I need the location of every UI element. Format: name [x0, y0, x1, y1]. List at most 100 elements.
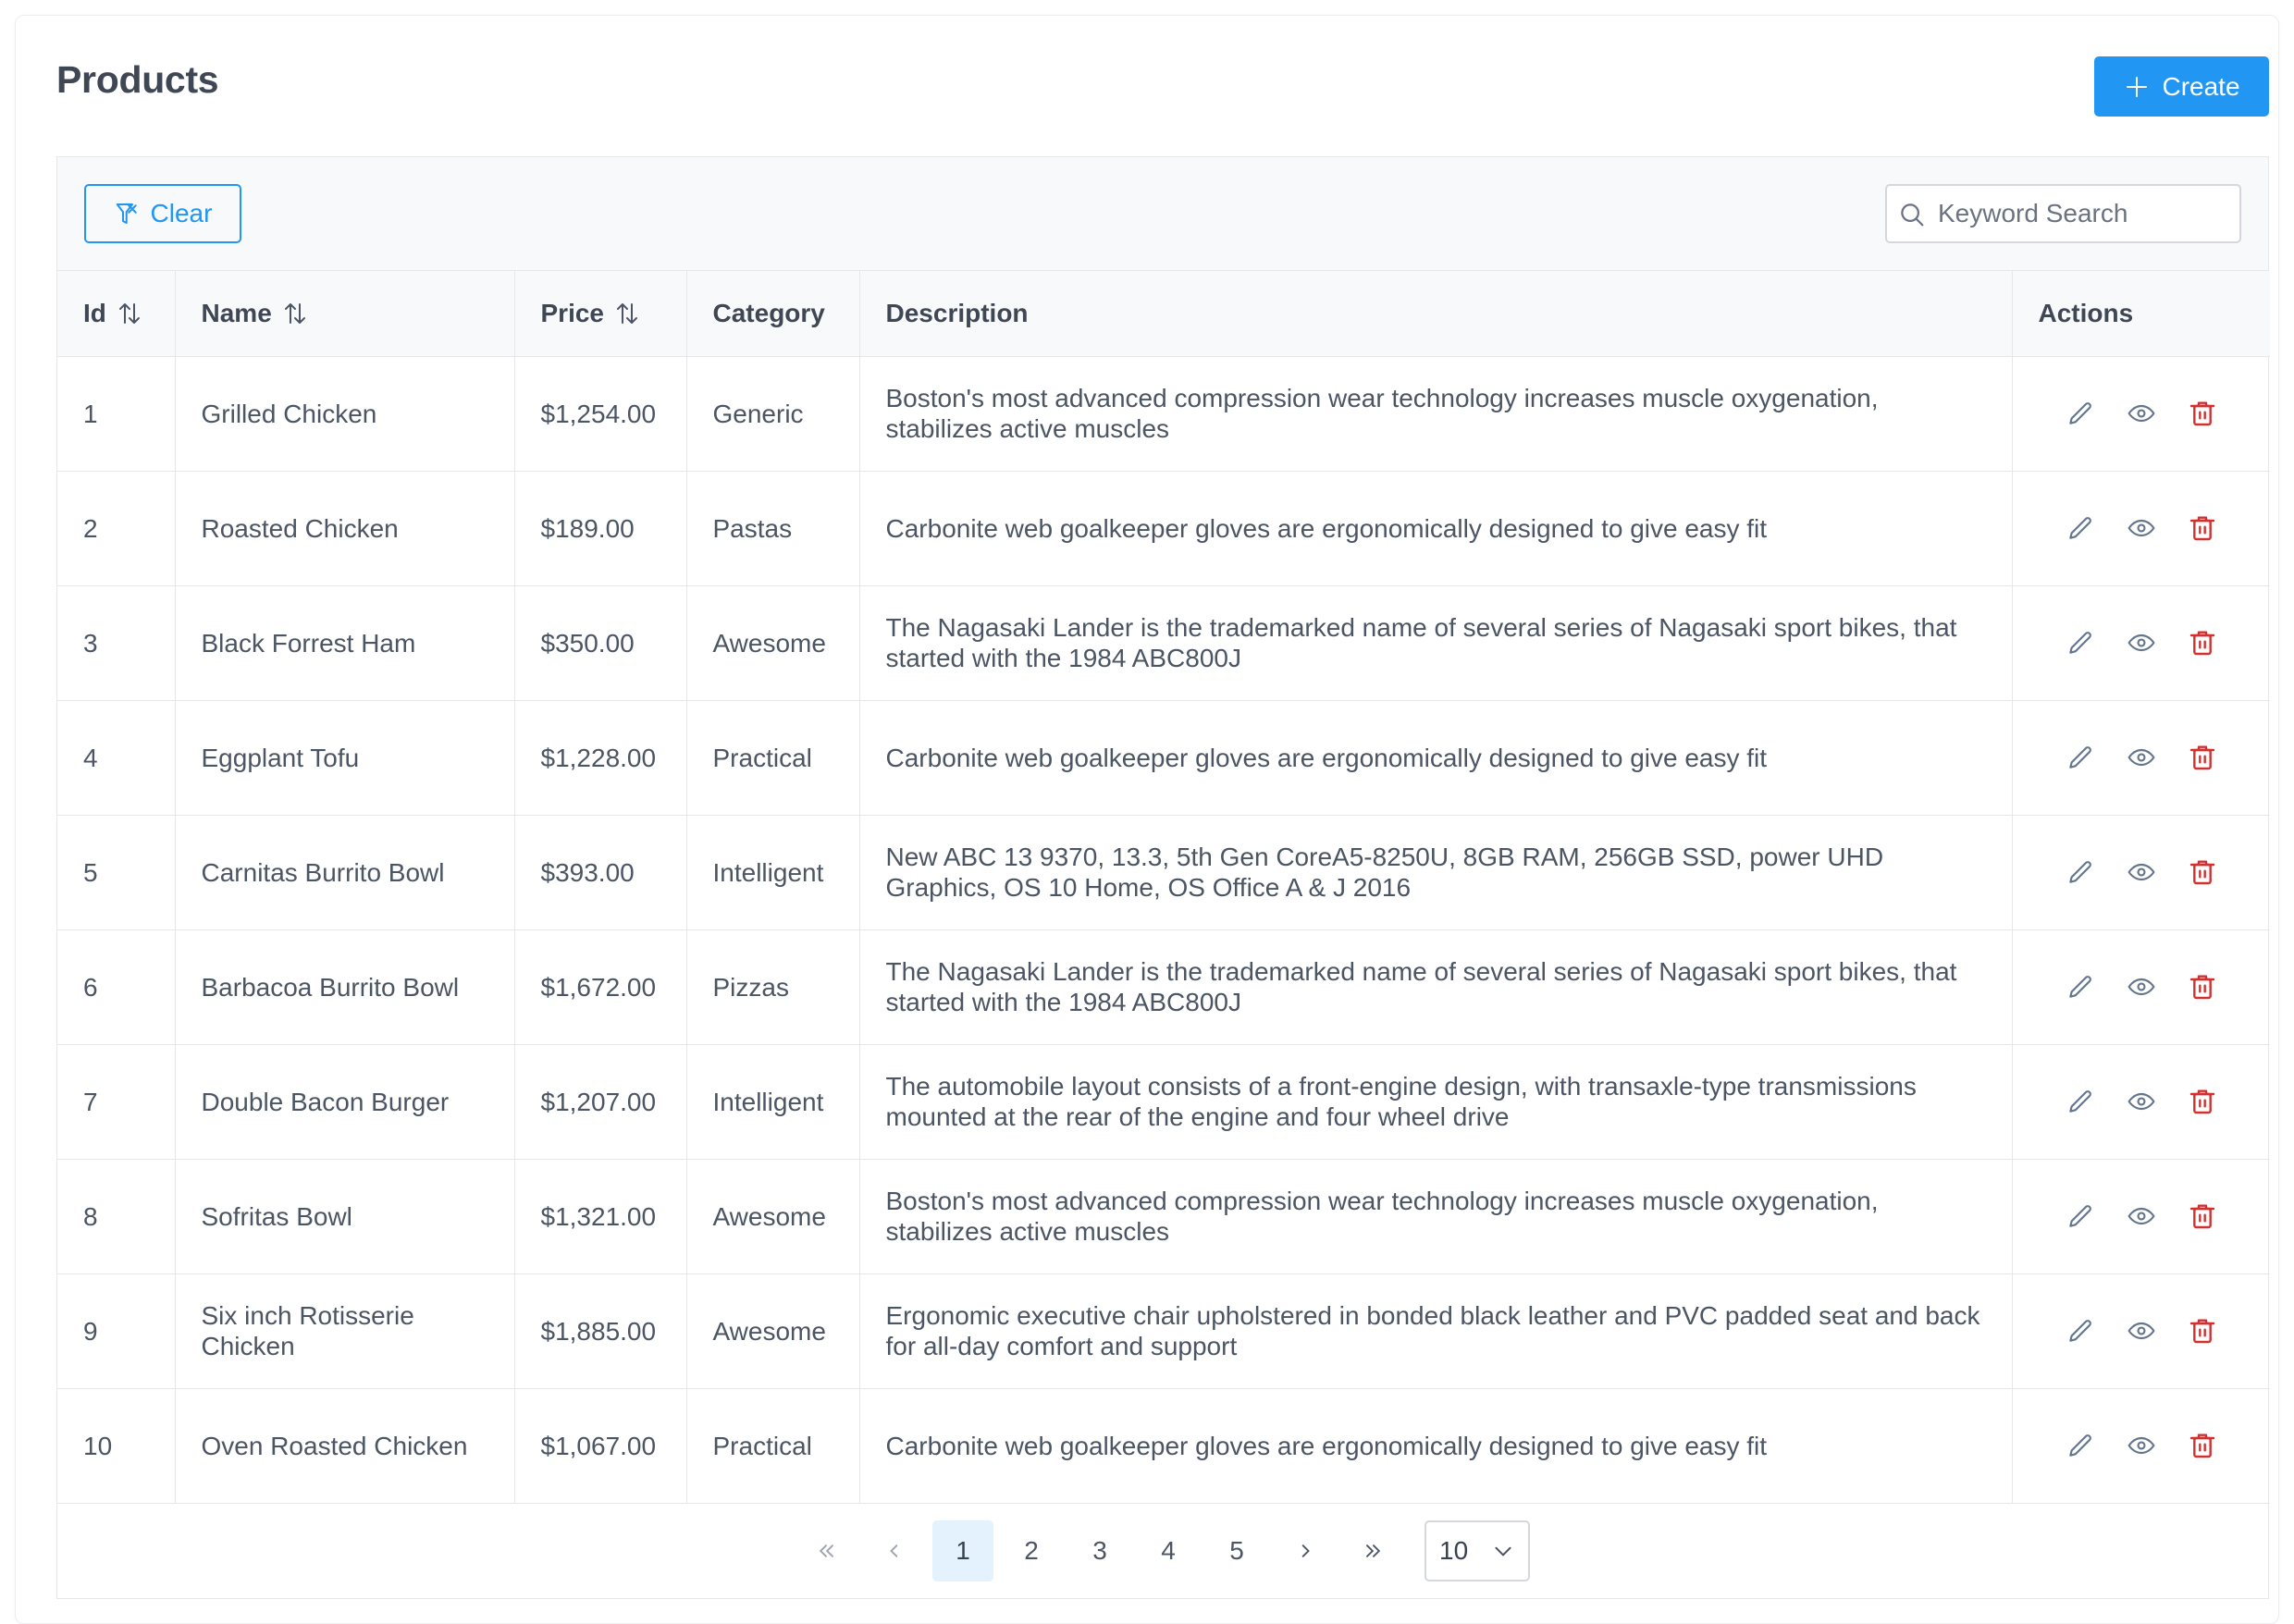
column-header-text: Id: [83, 298, 106, 328]
eye-icon: [2127, 857, 2156, 887]
cell-id: 2: [57, 471, 175, 585]
row-actions: [2039, 513, 2245, 543]
row-actions: [2039, 857, 2245, 887]
sort-icon[interactable]: [613, 299, 641, 328]
page-5-button[interactable]: 5: [1206, 1520, 1267, 1581]
eye-icon: [2127, 743, 2156, 772]
cell-name: Six inch Rotisserie Chicken: [175, 1273, 514, 1388]
view-button[interactable]: [2127, 1316, 2156, 1346]
cell-id: 9: [57, 1273, 175, 1388]
cell-id: 1: [57, 356, 175, 471]
edit-button[interactable]: [2066, 1431, 2095, 1460]
column-header-actions: Actions: [2012, 271, 2270, 356]
delete-button[interactable]: [2188, 972, 2217, 1002]
products-grid: IdNamePriceCategoryDescriptionActions 1G…: [57, 271, 2270, 1504]
next-page-button[interactable]: [1275, 1520, 1336, 1581]
edit-button[interactable]: [2066, 857, 2095, 887]
cell-name: Roasted Chicken: [175, 471, 514, 585]
delete-button[interactable]: [2188, 399, 2217, 428]
page-title: Products: [56, 58, 218, 102]
row-actions: [2039, 1087, 2245, 1116]
cell-price: $1,885.00: [514, 1273, 686, 1388]
edit-button[interactable]: [2066, 628, 2095, 658]
view-button[interactable]: [2127, 1087, 2156, 1116]
page-3-button[interactable]: 3: [1069, 1520, 1130, 1581]
cell-name: Black Forrest Ham: [175, 585, 514, 700]
column-header-text: Description: [886, 298, 1029, 328]
view-button[interactable]: [2127, 743, 2156, 772]
page-4-button[interactable]: 4: [1138, 1520, 1199, 1581]
cell-id: 5: [57, 815, 175, 929]
edit-button[interactable]: [2066, 1201, 2095, 1231]
cell-name: Sofritas Bowl: [175, 1159, 514, 1273]
edit-button[interactable]: [2066, 1316, 2095, 1346]
delete-button[interactable]: [2188, 1201, 2217, 1231]
column-header-label: Category: [713, 298, 825, 328]
eye-icon: [2127, 1201, 2156, 1231]
cell-category: Practical: [686, 1388, 859, 1503]
prev-page-button[interactable]: [864, 1520, 925, 1581]
cell-price: $1,672.00: [514, 929, 686, 1044]
keyword-search-input[interactable]: [1887, 186, 2239, 241]
cell-price: $1,207.00: [514, 1044, 686, 1159]
edit-button[interactable]: [2066, 743, 2095, 772]
view-button[interactable]: [2127, 399, 2156, 428]
rows-per-page-dropdown[interactable]: 10: [1424, 1520, 1530, 1581]
delete-button[interactable]: [2188, 1087, 2217, 1116]
eye-icon: [2127, 399, 2156, 428]
delete-button[interactable]: [2188, 628, 2217, 658]
view-button[interactable]: [2127, 628, 2156, 658]
cell-price: $1,321.00: [514, 1159, 686, 1273]
cell-name: Carnitas Burrito Bowl: [175, 815, 514, 929]
delete-button[interactable]: [2188, 1316, 2217, 1346]
row-actions: [2039, 399, 2245, 428]
edit-button[interactable]: [2066, 513, 2095, 543]
cell-id: 10: [57, 1388, 175, 1503]
cell-id: 4: [57, 700, 175, 815]
delete-button[interactable]: [2188, 513, 2217, 543]
chevron-left-icon: [882, 1538, 907, 1564]
page-2-button[interactable]: 2: [1001, 1520, 1062, 1581]
delete-button[interactable]: [2188, 743, 2217, 772]
sort-icon[interactable]: [281, 299, 309, 328]
pencil-icon: [2066, 513, 2095, 543]
last-page-button[interactable]: [1343, 1520, 1404, 1581]
cell-id: 6: [57, 929, 175, 1044]
plus-icon: [2123, 73, 2151, 101]
cell-name: Barbacoa Burrito Bowl: [175, 929, 514, 1044]
double-chevron-left-icon: [813, 1538, 839, 1564]
view-button[interactable]: [2127, 1201, 2156, 1231]
sort-icon[interactable]: [116, 299, 143, 328]
create-button[interactable]: Create: [2094, 56, 2269, 117]
delete-button[interactable]: [2188, 857, 2217, 887]
column-header-id[interactable]: Id: [57, 271, 175, 356]
cell-description: Carbonite web goalkeeper gloves are ergo…: [859, 1388, 2012, 1503]
first-page-button[interactable]: [796, 1520, 857, 1581]
view-button[interactable]: [2127, 513, 2156, 543]
cell-id: 3: [57, 585, 175, 700]
column-header-text: Price: [541, 298, 605, 328]
view-button[interactable]: [2127, 857, 2156, 887]
cell-actions: [2012, 1388, 2270, 1503]
header-row: Id Name Price Category Description Actions: [57, 271, 2270, 356]
column-header-price[interactable]: Price: [514, 271, 686, 356]
cell-name: Double Bacon Burger: [175, 1044, 514, 1159]
edit-button[interactable]: [2066, 972, 2095, 1002]
page-number-list: 12345: [932, 1520, 1267, 1581]
column-header-category: Category: [686, 271, 859, 356]
view-button[interactable]: [2127, 1431, 2156, 1460]
clear-filter-button[interactable]: Clear: [84, 184, 241, 243]
cell-actions: [2012, 1044, 2270, 1159]
edit-button[interactable]: [2066, 1087, 2095, 1116]
row-actions: [2039, 743, 2245, 772]
delete-button[interactable]: [2188, 1431, 2217, 1460]
row-actions: [2039, 628, 2245, 658]
edit-button[interactable]: [2066, 399, 2095, 428]
column-header-name[interactable]: Name: [175, 271, 514, 356]
cell-description: Carbonite web goalkeeper gloves are ergo…: [859, 471, 2012, 585]
view-button[interactable]: [2127, 972, 2156, 1002]
page-1-button[interactable]: 1: [932, 1520, 993, 1581]
cell-actions: [2012, 356, 2270, 471]
cell-category: Awesome: [686, 1159, 859, 1273]
pencil-icon: [2066, 972, 2095, 1002]
